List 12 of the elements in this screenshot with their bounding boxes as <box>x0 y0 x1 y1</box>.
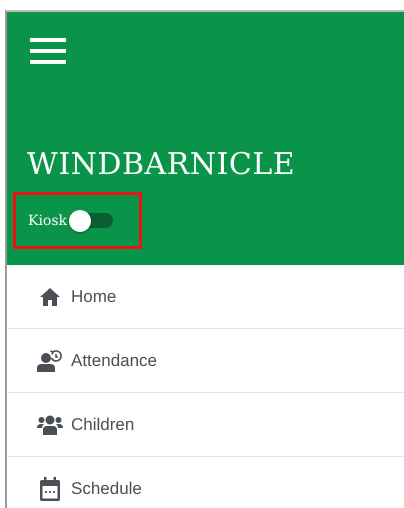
menu-icon[interactable] <box>30 38 66 64</box>
menu-item[interactable]: Children <box>7 393 404 456</box>
calendar-icon <box>39 476 61 500</box>
user-clock-icon <box>37 350 63 372</box>
menu-item[interactable]: Home <box>7 265 404 328</box>
kiosk-toggle[interactable] <box>69 210 116 232</box>
users-icon <box>37 414 63 434</box>
app-title: WINDBARNICLE <box>27 147 296 182</box>
menu-item[interactable]: Schedule <box>7 457 404 508</box>
kiosk-label: Kiosk <box>28 212 68 228</box>
menu-item[interactable]: Attendance <box>7 329 404 392</box>
home-icon <box>39 286 61 306</box>
